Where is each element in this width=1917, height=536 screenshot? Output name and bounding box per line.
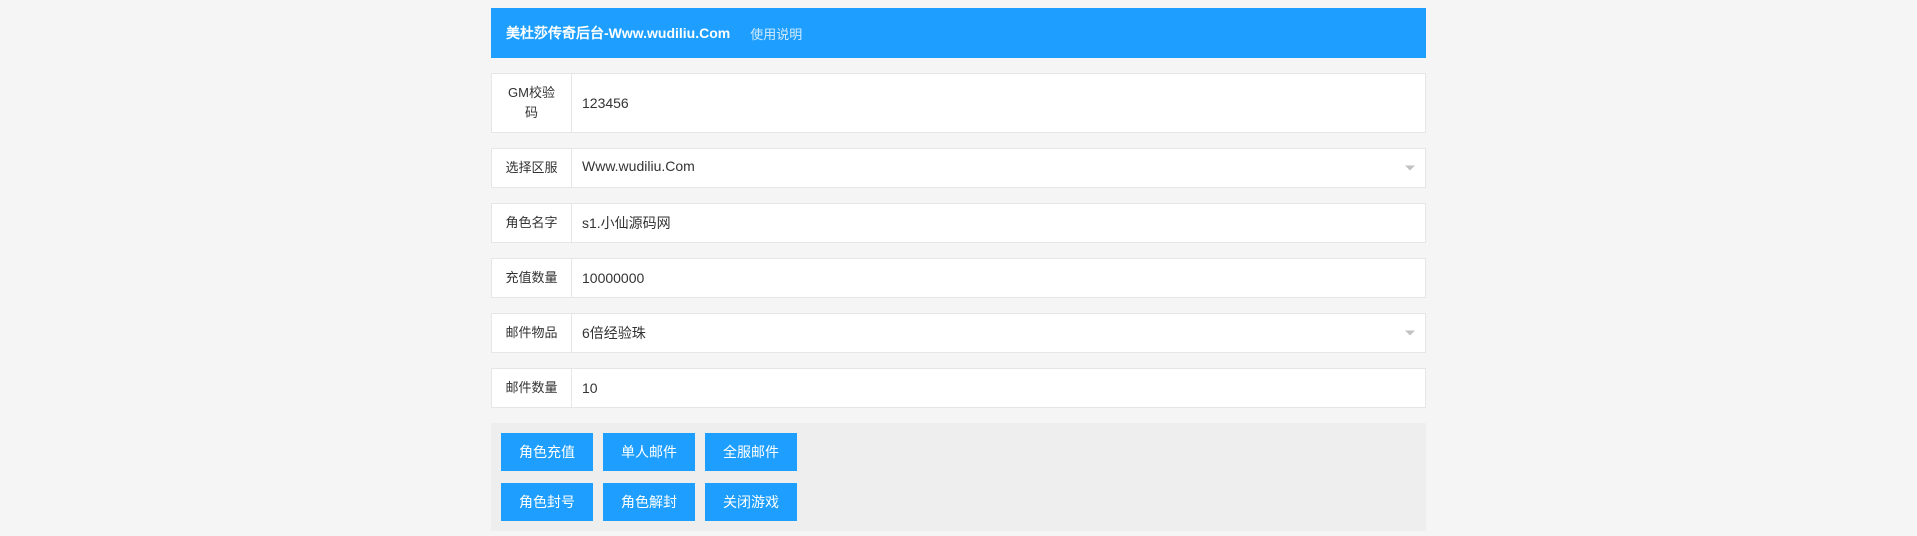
form-row-gm-code: GM校验码 — [491, 73, 1426, 133]
button-row-2: 角色封号 角色解封 关闭游戏 — [501, 483, 1416, 521]
role-recharge-button[interactable]: 角色充值 — [501, 433, 593, 471]
chevron-down-icon — [1405, 166, 1415, 171]
mail-item-select[interactable]: 6倍经验珠 — [572, 314, 1425, 352]
mail-count-input[interactable] — [572, 369, 1425, 407]
mail-count-label: 邮件数量 — [492, 369, 572, 407]
chevron-down-icon — [1405, 331, 1415, 336]
form-row-role-name: 角色名字 — [491, 203, 1426, 243]
main-container: 美杜莎传奇后台-Www.wudiliu.Com 使用说明 GM校验码 选择区服 … — [491, 8, 1426, 531]
single-mail-button[interactable]: 单人邮件 — [603, 433, 695, 471]
role-name-input[interactable] — [572, 204, 1425, 242]
server-select-value: Www.wudiliu.Com — [572, 149, 1425, 183]
header-title: 美杜莎传奇后台-Www.wudiliu.Com — [506, 23, 730, 43]
server-select[interactable]: Www.wudiliu.Com — [572, 149, 1425, 187]
mail-item-label: 邮件物品 — [492, 314, 572, 352]
button-section: 角色充值 单人邮件 全服邮件 角色封号 角色解封 关闭游戏 — [491, 423, 1426, 531]
gm-code-input[interactable] — [572, 74, 1425, 132]
gm-code-label: GM校验码 — [492, 74, 572, 132]
form-row-mail-count: 邮件数量 — [491, 368, 1426, 408]
usage-link[interactable]: 使用说明 — [750, 24, 802, 43]
form-row-recharge-amount: 充值数量 — [491, 258, 1426, 298]
recharge-amount-label: 充值数量 — [492, 259, 572, 297]
all-server-mail-button[interactable]: 全服邮件 — [705, 433, 797, 471]
form-row-mail-item: 邮件物品 6倍经验珠 — [491, 313, 1426, 353]
role-name-label: 角色名字 — [492, 204, 572, 242]
role-ban-button[interactable]: 角色封号 — [501, 483, 593, 521]
recharge-amount-input[interactable] — [572, 259, 1425, 297]
mail-item-select-value: 6倍经验珠 — [572, 314, 1425, 352]
role-unban-button[interactable]: 角色解封 — [603, 483, 695, 521]
server-label: 选择区服 — [492, 149, 572, 187]
header-bar: 美杜莎传奇后台-Www.wudiliu.Com 使用说明 — [491, 8, 1426, 58]
close-game-button[interactable]: 关闭游戏 — [705, 483, 797, 521]
form-row-server: 选择区服 Www.wudiliu.Com — [491, 148, 1426, 188]
button-row-1: 角色充值 单人邮件 全服邮件 — [501, 433, 1416, 471]
